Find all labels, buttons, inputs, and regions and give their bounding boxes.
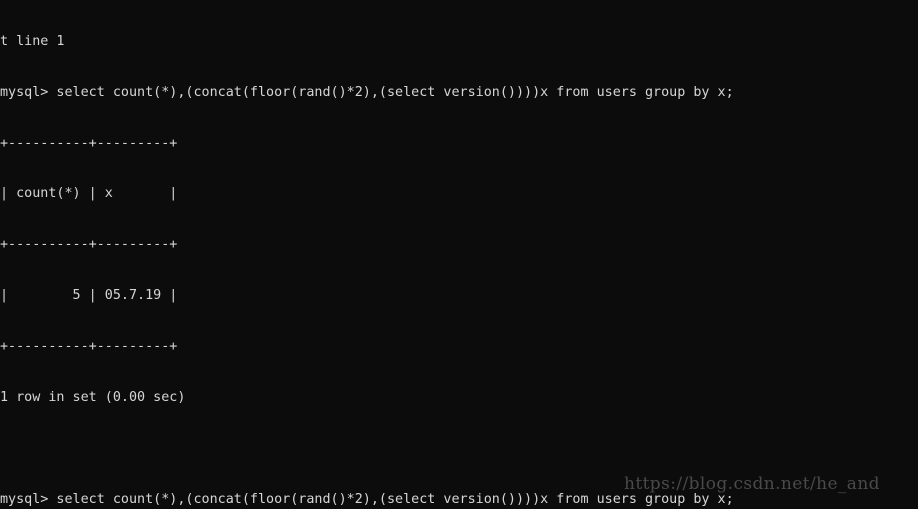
terminal-line: | 5 | 05.7.19 | bbox=[0, 288, 178, 304]
terminal-line: +----------+---------+ bbox=[0, 135, 178, 151]
terminal-line: 1 row in set (0.00 sec) bbox=[0, 389, 186, 405]
terminal-window[interactable]: t line 1 mysql> select count(*),(concat(… bbox=[0, 0, 918, 509]
terminal-line: mysql> select count(*),(concat(floor(ran… bbox=[0, 491, 734, 507]
terminal-line: mysql> select count(*),(concat(floor(ran… bbox=[0, 84, 734, 100]
terminal-output-area[interactable]: t line 1 mysql> select count(*),(concat(… bbox=[0, 0, 918, 509]
terminal-line: t line 1 bbox=[0, 33, 65, 49]
terminal-line: +----------+---------+ bbox=[0, 338, 178, 354]
terminal-line: +----------+---------+ bbox=[0, 237, 178, 253]
terminal-line: | count(*) | x | bbox=[0, 186, 178, 202]
